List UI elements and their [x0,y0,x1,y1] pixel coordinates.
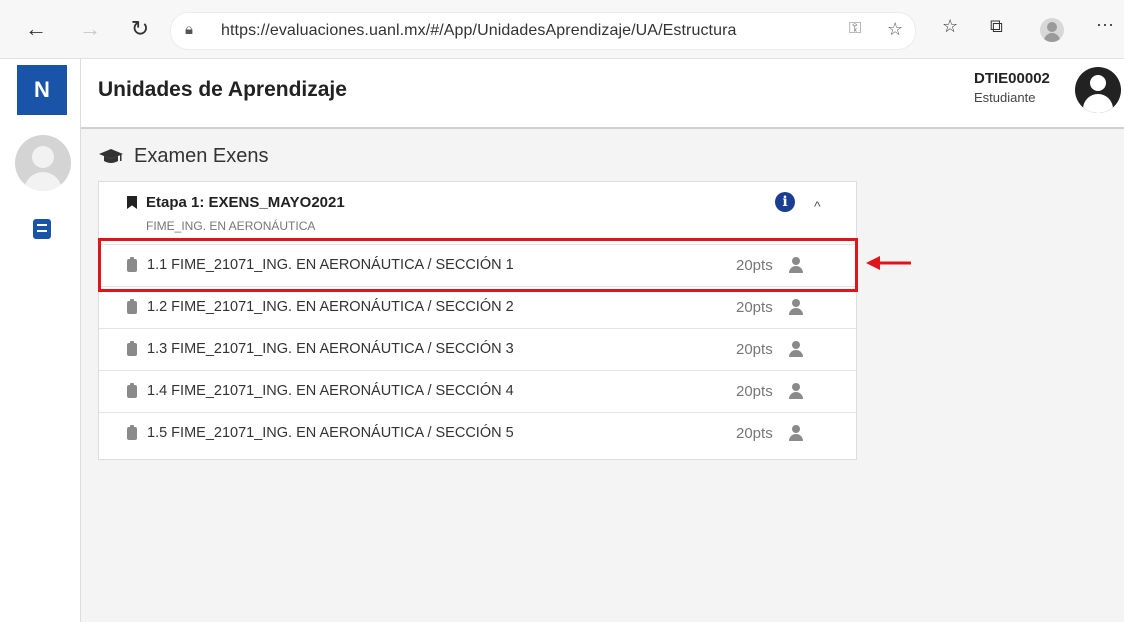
stage-title: Etapa 1: EXENS_MAYO2021 [146,194,345,211]
clipboard-icon [127,341,137,356]
refresh-icon[interactable]: ↻ [124,13,156,45]
lock-icon: 🔒︎ [185,21,193,38]
user-icon[interactable] [788,383,804,399]
browser-toolbar: ← → ↻ 🔒︎ https://evaluaciones.uanl.mx/#/… [0,0,1124,59]
app-logo[interactable]: N [17,65,67,115]
points-value: 20pts [736,383,773,400]
list-item[interactable]: 1.5 FIME_21071_ING. EN AERONÁUTICA / SEC… [99,412,856,454]
graduation-cap-icon [99,148,123,163]
points-value: 20pts [736,425,773,442]
list-item-label: 1.2 FIME_21071_ING. EN AERONÁUTICA / SEC… [147,299,514,315]
clipboard-icon [127,299,137,314]
clipboard-icon [127,383,137,398]
url-text[interactable]: https://evaluaciones.uanl.mx/#/App/Unida… [221,22,737,40]
forward-arrow-icon[interactable]: → [74,13,106,45]
stage-subtitle: FIME_ING. EN AERONÁUTICA [146,219,316,233]
points-value: 20pts [736,299,773,316]
back-arrow-icon[interactable]: ← [20,13,52,45]
user-code: DTIE00002 [974,70,1050,87]
list-item-label: 1.3 FIME_21071_ING. EN AERONÁUTICA / SEC… [147,341,514,357]
user-icon[interactable] [788,341,804,357]
browser-profile-icon[interactable] [1040,18,1064,42]
list-item[interactable]: 1.3 FIME_21071_ING. EN AERONÁUTICA / SEC… [99,328,856,370]
stage-header[interactable]: Etapa 1: EXENS_MAYO2021 FIME_ING. EN AER… [99,182,856,244]
more-menu-icon[interactable]: ··· [1096,14,1114,35]
list-item-label: 1.4 FIME_21071_ING. EN AERONÁUTICA / SEC… [147,383,514,399]
main-content: Examen Exens Etapa 1: EXENS_MAYO2021 FIM… [81,129,1124,622]
add-favorite-icon[interactable]: ☆ [887,19,903,40]
app-header: Unidades de Aprendizaje DTIE00002 Estudi… [81,59,1124,129]
highlight-box [98,238,858,292]
points-value: 20pts [736,341,773,358]
clipboard-icon [127,425,137,440]
arrow-left-icon [866,256,911,270]
page-title: Unidades de Aprendizaje [98,78,347,101]
sidebar: N [0,59,81,622]
user-icon[interactable] [788,299,804,315]
user-role: Estudiante [974,90,1036,105]
document-icon[interactable] [33,219,51,239]
info-icon[interactable]: i [775,192,795,212]
list-item-label: 1.5 FIME_21071_ING. EN AERONÁUTICA / SEC… [147,425,514,441]
section-title: Examen Exens [134,145,269,167]
address-bar[interactable]: 🔒︎ https://evaluaciones.uanl.mx/#/App/Un… [170,12,916,50]
sidebar-avatar-icon[interactable] [15,135,71,191]
user-icon[interactable] [788,425,804,441]
section-header: Examen Exens [98,145,269,168]
list-item[interactable]: 1.4 FIME_21071_ING. EN AERONÁUTICA / SEC… [99,370,856,412]
list-item[interactable]: 1.2 FIME_21071_ING. EN AERONÁUTICA / SEC… [99,286,856,328]
key-icon[interactable]: ⚿ [849,20,861,38]
stage-card: Etapa 1: EXENS_MAYO2021 FIME_ING. EN AER… [98,181,857,460]
bookmark-icon [127,196,137,209]
favorites-icon[interactable]: ☆ [942,16,958,37]
user-avatar-icon[interactable] [1075,67,1121,113]
collections-icon[interactable]: ⧉ [990,16,1003,37]
chevron-up-icon[interactable]: ^ [814,198,821,214]
